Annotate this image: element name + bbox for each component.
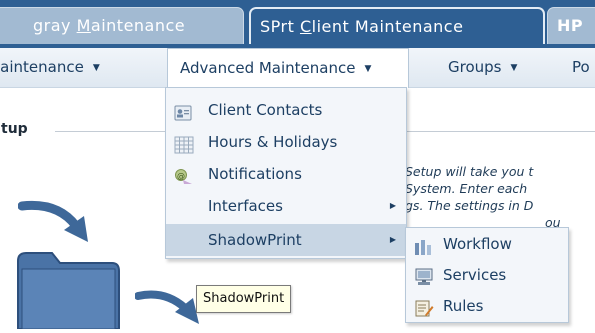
menu-label: laintenance bbox=[0, 58, 84, 76]
intro-line: Setup will take you t bbox=[405, 164, 534, 179]
menu-label: Groups bbox=[448, 58, 502, 76]
menu-bar: laintenance ▼ Advanced Maintenance ▼ Group… bbox=[0, 48, 595, 88]
folder-icon[interactable] bbox=[16, 251, 121, 333]
rules-clipboard-icon bbox=[414, 297, 434, 328]
menu-item-client-contacts[interactable]: Client Contacts bbox=[166, 94, 406, 126]
menu-item-notifications[interactable]: @ Notifications bbox=[166, 158, 406, 190]
menu-po[interactable]: Po bbox=[572, 48, 590, 88]
chevron-down-icon: ▼ bbox=[364, 64, 372, 74]
tooltip: ShadowPrint bbox=[196, 285, 292, 313]
menu-item-shadowprint[interactable]: ShadowPrint ▶ bbox=[166, 224, 406, 256]
menu-item-label: Hours & Holidays bbox=[208, 133, 338, 151]
tab-sprt-client-maintenance[interactable]: SPrt Client Maintenance bbox=[249, 7, 545, 44]
menu-label: Advanced Maintenance bbox=[180, 59, 356, 77]
svg-text:@: @ bbox=[177, 172, 185, 181]
tab-hp[interactable]: HP bbox=[547, 7, 595, 44]
chevron-down-icon: ▼ bbox=[510, 63, 518, 73]
curved-arrow-icon bbox=[17, 198, 93, 252]
curved-arrow-icon bbox=[134, 286, 205, 332]
tab-accesskey: M bbox=[76, 16, 91, 35]
intro-line: System. Enter each bbox=[405, 181, 528, 196]
menu-item-label: Interfaces bbox=[208, 197, 283, 215]
submenu-item-label: Rules bbox=[443, 297, 484, 315]
chevron-right-icon: ▶ bbox=[389, 235, 396, 244]
tab-label: SPrt bbox=[260, 17, 300, 36]
section-title: tup bbox=[1, 121, 28, 137]
shadowprint-submenu: Workflow Services Rules bbox=[405, 227, 569, 323]
menu-item-label: Client Contacts bbox=[208, 101, 323, 119]
menu-item-label: ShadowPrint bbox=[208, 231, 302, 249]
tab-gray-maintenance[interactable]: gray Maintenance bbox=[0, 7, 244, 44]
tab-label: lient Maintenance bbox=[311, 17, 464, 36]
intro-text: Setup will take you t System. Enter each… bbox=[405, 163, 595, 231]
tab-label: aintenance bbox=[90, 16, 186, 35]
menu-groups[interactable]: Groups ▼ bbox=[448, 48, 517, 88]
advanced-maintenance-dropdown: Client Contacts Hours & Holidays @ Notif… bbox=[165, 87, 407, 259]
submenu-item-label: Services bbox=[443, 266, 507, 284]
chevron-down-icon: ▼ bbox=[92, 63, 100, 73]
menu-item-interfaces[interactable]: Interfaces ▶ bbox=[166, 190, 406, 222]
menu-item-hours-holidays[interactable]: Hours & Holidays bbox=[166, 126, 406, 158]
tab-label: gray bbox=[33, 16, 77, 35]
menu-maintenance[interactable]: laintenance ▼ bbox=[0, 48, 100, 88]
submenu-item-workflow[interactable]: Workflow bbox=[406, 229, 568, 260]
submenu-item-label: Workflow bbox=[443, 235, 512, 253]
chevron-right-icon: ▶ bbox=[389, 201, 396, 210]
tab-accesskey: C bbox=[299, 17, 312, 36]
submenu-item-rules[interactable]: Rules bbox=[406, 291, 568, 322]
tab-strip: gray Maintenance SPrt Client Maintenance… bbox=[0, 0, 595, 48]
tab-label: HP bbox=[557, 16, 584, 35]
menu-label: Po bbox=[572, 58, 590, 76]
menu-item-label: Notifications bbox=[208, 165, 302, 183]
intro-line: gs. The settings in D bbox=[405, 198, 534, 213]
submenu-item-services[interactable]: Services bbox=[406, 260, 568, 291]
menu-advanced-maintenance[interactable]: Advanced Maintenance ▼ bbox=[167, 48, 409, 88]
